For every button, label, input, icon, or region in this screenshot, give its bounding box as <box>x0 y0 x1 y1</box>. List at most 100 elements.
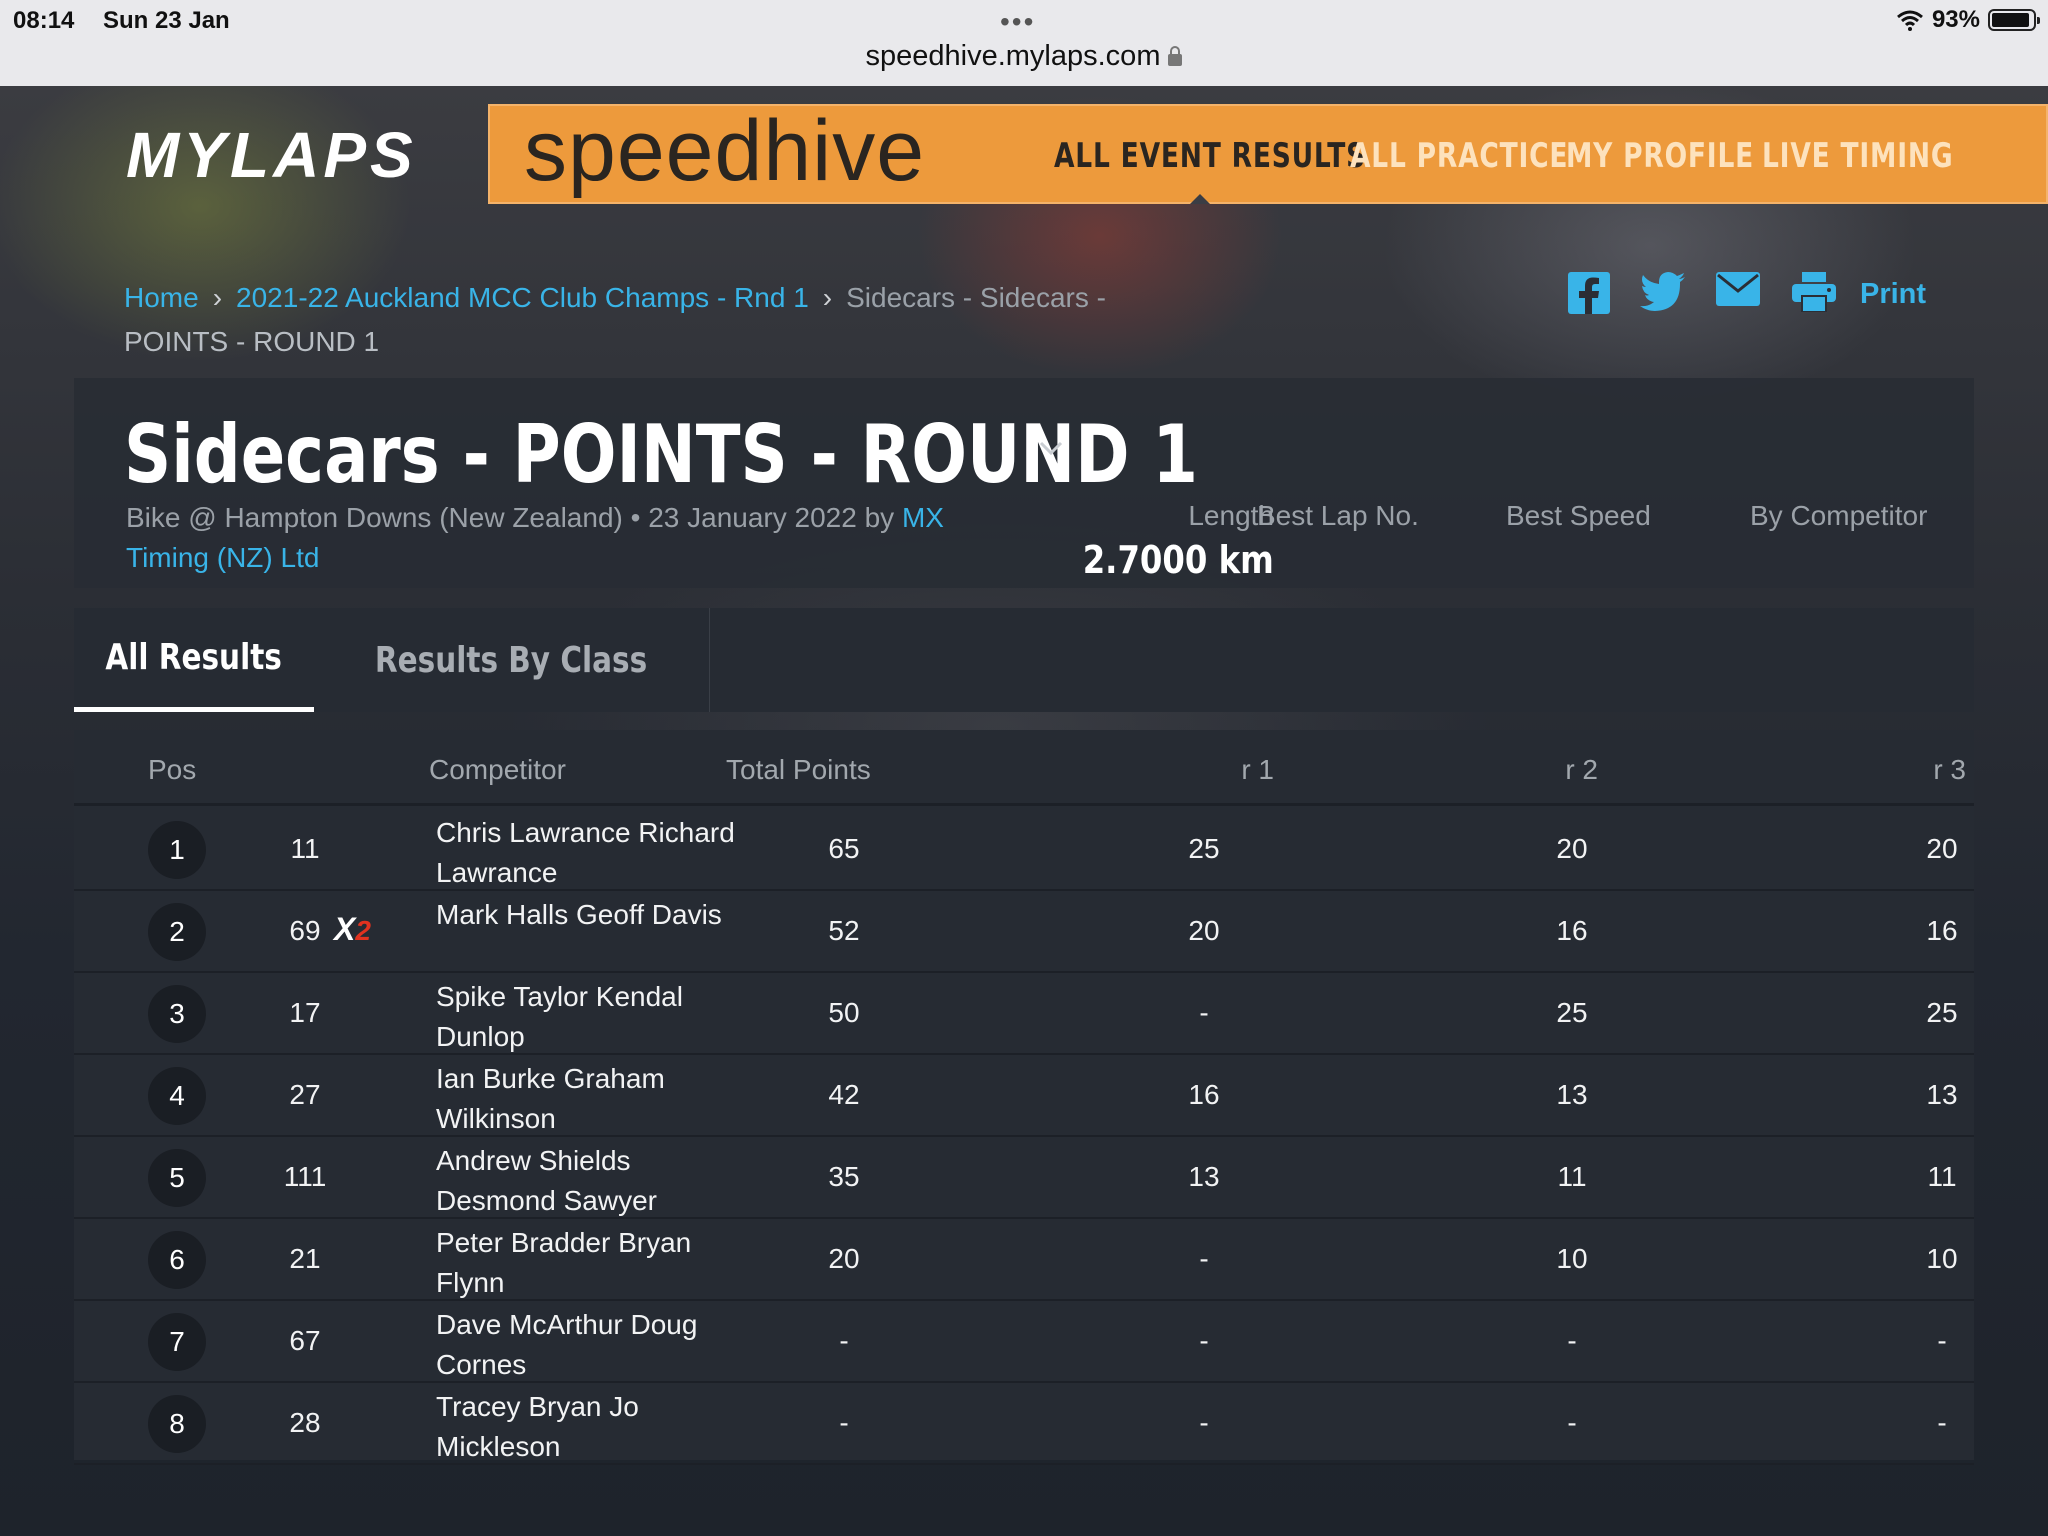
round-1-points: - <box>1199 997 1209 1028</box>
status-time: 08:14 <box>13 7 75 34</box>
chevron-down-icon[interactable] <box>1038 440 1064 456</box>
table-row[interactable]: 7 67 Dave McArthur Doug Cornes - - - - <box>74 1301 1974 1383</box>
main-nav: speedhive ALL EVENT RESULTS ALL PRACTICE… <box>488 102 2048 204</box>
round-2-points: 20 <box>1556 833 1588 864</box>
best-speed-label: Best Speed <box>1506 500 1651 531</box>
email-icon[interactable] <box>1716 272 1760 306</box>
best-lap-label: Best Lap No. <box>1257 500 1419 531</box>
nav-my-profile[interactable]: MY PROFILE <box>1566 136 1754 176</box>
status-date: Sun 23 Jan <box>103 7 230 34</box>
tab-all-results[interactable]: All Results <box>74 608 314 712</box>
competitor-number: 111 <box>283 1161 327 1192</box>
competitor-number: 11 <box>290 833 320 864</box>
nav-live-timing[interactable]: LIVE TIMING <box>1762 136 1953 176</box>
browser-menu-dots[interactable]: ••• <box>1000 6 1035 38</box>
header-total-points[interactable]: Total Points <box>726 754 871 786</box>
address-bar[interactable]: speedhive.mylaps.com <box>0 40 2048 73</box>
round-3-points: 11 <box>1927 1161 1957 1192</box>
competitor-number: 28 <box>289 1407 321 1438</box>
breadcrumb-event[interactable]: 2021-22 Auckland MCC Club Champs - Rnd 1 <box>236 282 809 313</box>
round-1-points: - <box>1199 1243 1209 1274</box>
results-table: Pos Competitor Total Points r 1 r 2 r 3 … <box>74 730 1974 1465</box>
total-points: 52 <box>828 915 860 946</box>
total-points: 50 <box>828 997 860 1028</box>
status-right: 93% <box>1896 6 2040 34</box>
total-points: 35 <box>828 1161 860 1192</box>
header-r1[interactable]: r 1 <box>1241 754 1274 786</box>
round-2-points: 16 <box>1556 915 1588 946</box>
competitor-name[interactable]: Chris Lawrance Richard Lawrance <box>436 813 736 893</box>
active-nav-caret <box>1190 194 1210 204</box>
nav-all-practice[interactable]: ALL PRACTICE <box>1350 136 1568 176</box>
table-row[interactable]: 2 69 X2 Mark Halls Geoff Davis 52 20 16 16 <box>74 891 1974 973</box>
mylaps-logo[interactable]: MYLAPS <box>126 118 417 192</box>
twitter-icon[interactable] <box>1640 272 1686 312</box>
total-points: 20 <box>828 1243 860 1274</box>
battery-percent: 93% <box>1931 6 1980 33</box>
speedhive-logo[interactable]: speedhive <box>524 102 925 201</box>
round-2-points: 25 <box>1556 997 1588 1028</box>
round-1-points: 13 <box>1188 1161 1220 1192</box>
competitor-name[interactable]: Ian Burke Graham Wilkinson <box>436 1059 736 1139</box>
round-2-points: 10 <box>1556 1243 1588 1274</box>
table-row[interactable]: 1 11 Chris Lawrance Richard Lawrance 65 25 20… <box>74 809 1974 891</box>
total-points: - <box>839 1407 849 1438</box>
round-2-points: 13 <box>1556 1079 1588 1110</box>
event-header-panel: Sidecars - POINTS - ROUND 1 Bike @ Hampt… <box>74 378 1974 588</box>
breadcrumb-home[interactable]: Home <box>124 282 199 313</box>
round-3-points: - <box>1937 1325 1947 1356</box>
competitor-number: 69 <box>289 915 321 946</box>
competitor-number: 21 <box>289 1243 321 1274</box>
class-badge: X2 <box>334 911 371 947</box>
competitor-number: 67 <box>289 1325 321 1356</box>
header-r3[interactable]: r 3 <box>1933 754 1966 786</box>
table-header: Pos Competitor Total Points r 1 r 2 r 3 <box>74 730 1974 806</box>
competitor-name[interactable]: Tracey Bryan Jo Mickleson <box>436 1387 736 1467</box>
battery-icon <box>1988 9 2040 31</box>
nav-all-event-results[interactable]: ALL EVENT RESULTS <box>1054 136 1366 176</box>
total-points: 42 <box>828 1079 860 1110</box>
battery-fill <box>1992 13 2030 27</box>
table-row[interactable]: 3 17 Spike Taylor Kendal Dunlop 50-25 25 <box>74 973 1974 1055</box>
wifi-icon <box>1896 10 1923 31</box>
status-bar: 08:14 Sun 23 Jan ••• 93% speedhive.mylap… <box>0 0 2048 86</box>
total-points: 65 <box>828 833 860 864</box>
chevron-right-icon: › <box>212 282 223 313</box>
competitor-name[interactable]: Dave McArthur Doug Cornes <box>436 1305 736 1385</box>
table-row[interactable]: 5 111 Andrew Shields Desmond Sawyer 35 13 11 1… <box>74 1137 1974 1219</box>
session-title[interactable]: Sidecars - POINTS - ROUND 1 <box>124 408 1198 501</box>
competitor-name[interactable]: Mark Halls Geoff Davis <box>436 895 736 935</box>
round-3-points: 13 <box>1926 1079 1958 1110</box>
table-row[interactable]: 6 21 Peter Bradder Bryan Flynn 20-10 10 <box>74 1219 1974 1301</box>
round-1-points: 25 <box>1188 833 1220 864</box>
header-r2[interactable]: r 2 <box>1565 754 1598 786</box>
printer-icon[interactable] <box>1792 272 1836 312</box>
url-text: speedhive.mylaps.com <box>865 40 1161 72</box>
competitor-number: 17 <box>289 997 321 1028</box>
facebook-icon[interactable] <box>1568 272 1610 314</box>
header-competitor[interactable]: Competitor <box>429 754 566 786</box>
event-venue-date: Bike @ Hampton Downs (New Zealand) • 23 … <box>126 502 895 533</box>
round-2-points: - <box>1567 1407 1577 1438</box>
breadcrumb: Home › 2021-22 Auckland MCC Club Champs - … <box>124 276 1124 364</box>
round-3-points: 16 <box>1926 915 1958 946</box>
competitor-name[interactable]: Peter Bradder Bryan Flynn <box>436 1223 736 1303</box>
total-points: - <box>839 1325 849 1356</box>
round-1-points: - <box>1199 1407 1209 1438</box>
breadcrumb-current: POINTS - ROUND 1 <box>124 326 380 357</box>
table-row[interactable]: 8 28 Tracey Bryan Jo Mickleson - - - - <box>74 1383 1974 1465</box>
competitor-name[interactable]: Spike Taylor Kendal Dunlop <box>436 977 736 1057</box>
table-row[interactable]: 4 27 Ian Burke Graham Wilkinson 42 16 13 13 <box>74 1055 1974 1137</box>
round-2-points: - <box>1567 1325 1577 1356</box>
results-tabs: All Results Results By Class <box>74 608 1974 712</box>
event-meta: Bike @ Hampton Downs (New Zealand) • 23 … <box>126 498 966 578</box>
competitor-name[interactable]: Andrew Shields Desmond Sawyer <box>436 1141 736 1221</box>
tab-results-by-class[interactable]: Results By Class <box>314 608 710 712</box>
header-pos[interactable]: Pos <box>148 754 196 786</box>
chevron-right-icon: › <box>822 282 833 313</box>
round-3-points: - <box>1937 1407 1947 1438</box>
competitor-number: 27 <box>289 1079 321 1110</box>
breadcrumb-class[interactable]: Sidecars - Sidecars - <box>846 282 1106 313</box>
print-link[interactable]: Print <box>1860 278 1926 311</box>
round-1-points: 20 <box>1188 915 1220 946</box>
